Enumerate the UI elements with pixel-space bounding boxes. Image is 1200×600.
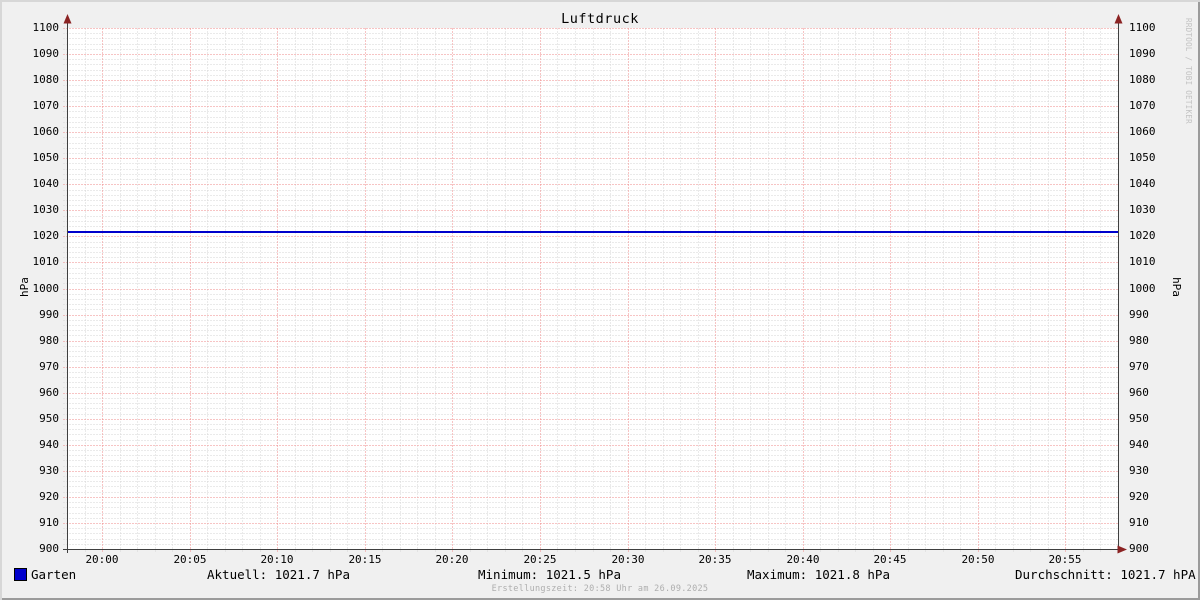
- x-tick-label: 20:00: [85, 553, 119, 566]
- x-tick-label: 20:40: [786, 553, 820, 566]
- creation-time-footer: Erstellungszeit: 20:58 Uhr am 26.09.2025: [491, 584, 709, 594]
- stat-aktuell: Aktuell: 1021.7 hPa: [207, 567, 350, 582]
- y-tick-label-right: 1020: [1129, 229, 1156, 242]
- x-tick-label: 20:05: [173, 553, 207, 566]
- x-tick-label: 20:30: [611, 553, 645, 566]
- y-tick-label-left: 1040: [32, 177, 60, 190]
- x-tick-label: 20:15: [348, 553, 382, 566]
- legend-swatch-garten: [14, 568, 27, 581]
- y-tick-label-left: 1030: [32, 203, 60, 216]
- y-tick-label-right: 1060: [1129, 125, 1156, 138]
- y-tick-label-left: 990: [39, 308, 59, 321]
- y-tick-label-left: 1020: [32, 229, 60, 242]
- stat-durchschnitt: Durchschnitt: 1021.7 hPA: [1015, 567, 1196, 582]
- y-tick-label-left: 1090: [32, 47, 60, 60]
- y-tick-label-left: 1100: [32, 21, 60, 34]
- y-tick-label-right: 1040: [1129, 177, 1156, 190]
- y-tick-label-right: 900: [1129, 542, 1149, 555]
- stat-maximum: Maximum: 1021.8 hPa: [747, 567, 890, 582]
- y-tick-label-left: 1050: [32, 151, 60, 164]
- watermark-text: RRDTOOL / TOBI OETIKER: [1184, 18, 1193, 124]
- y-tick-label-right: 1100: [1129, 21, 1156, 34]
- legend-row: Garten Aktuell: 1021.7 hPa Minimum: 1021…: [0, 568, 1200, 582]
- y-tick-label-left: 970: [39, 360, 59, 373]
- y-tick-label-right: 960: [1129, 386, 1149, 399]
- y-tick-label-right: 1030: [1129, 203, 1156, 216]
- chart-canvas: [63, 14, 1127, 554]
- rrdtool-graph: Luftdruck hPa hPa 900 910 920 930 940 950 960 9…: [0, 0, 1200, 600]
- y-tick-label-left: 1070: [32, 99, 60, 112]
- x-tick-label: 20:10: [260, 553, 294, 566]
- y-tick-label-left: 1080: [32, 73, 60, 86]
- y-tick-label-left: 940: [39, 438, 59, 451]
- y-tick-label-left: 920: [39, 490, 59, 503]
- y-tick-label-left: 980: [39, 334, 59, 347]
- y-tick-label-right: 910: [1129, 516, 1149, 529]
- legend-series-label: Garten: [31, 567, 77, 582]
- y-tick-label-right: 1050: [1129, 151, 1156, 164]
- chart-title: Luftdruck: [561, 11, 639, 27]
- y-tick-label-right: 920: [1129, 490, 1149, 503]
- y-tick-label-right: 930: [1129, 464, 1149, 477]
- y-tick-label-right: 980: [1129, 334, 1149, 347]
- y-tick-label-left: 1010: [32, 255, 60, 268]
- y-tick-label-left: 900: [39, 542, 59, 555]
- y-axis-unit-right: hPa: [1170, 277, 1183, 297]
- x-tick-label: 20:50: [961, 553, 995, 566]
- y-tick-label-left: 1000: [32, 282, 60, 295]
- y-tick-label-right: 940: [1129, 438, 1149, 451]
- y-tick-label-right: 1080: [1129, 73, 1156, 86]
- y-tick-label-right: 950: [1129, 412, 1149, 425]
- y-tick-label-right: 1010: [1129, 255, 1156, 268]
- y-tick-label-left: 950: [39, 412, 59, 425]
- y-tick-label-right: 990: [1129, 308, 1149, 321]
- y-tick-label-left: 960: [39, 386, 59, 399]
- x-tick-label: 20:55: [1048, 553, 1082, 566]
- y-tick-label-left: 1060: [32, 125, 60, 138]
- y-tick-label-left: 930: [39, 464, 59, 477]
- y-tick-label-right: 1090: [1129, 47, 1156, 60]
- x-tick-label: 20:35: [698, 553, 732, 566]
- y-tick-label-right: 970: [1129, 360, 1149, 373]
- y-tick-label-right: 1070: [1129, 99, 1156, 112]
- y-tick-label-right: 1000: [1129, 282, 1156, 295]
- x-tick-label: 20:20: [435, 553, 469, 566]
- stat-minimum: Minimum: 1021.5 hPa: [478, 567, 621, 582]
- x-tick-label: 20:45: [873, 553, 907, 566]
- x-tick-label: 20:25: [523, 553, 557, 566]
- y-tick-label-left: 910: [39, 516, 59, 529]
